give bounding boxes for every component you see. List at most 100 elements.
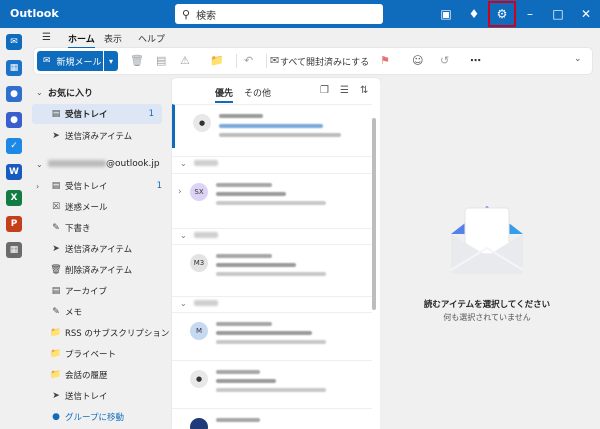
people-app-icon[interactable]: ● <box>6 86 22 102</box>
list-item[interactable] <box>172 408 372 429</box>
list-item[interactable]: › SX <box>172 173 372 211</box>
new-mail-label: 新規メール <box>56 57 102 68</box>
group-label-redacted <box>194 160 218 166</box>
preview-redacted <box>219 133 341 137</box>
mark-read-icon: ✉ <box>270 54 280 67</box>
close-window-button[interactable]: ✕ <box>571 0 600 28</box>
inbox-icon: ▤ <box>51 109 61 119</box>
folder-private[interactable]: 📁 プライベート <box>28 344 170 364</box>
avatar: SX <box>190 183 208 201</box>
note-icon: ✎ <box>52 307 60 317</box>
mail-app-icon[interactable]: ✉ <box>6 34 22 50</box>
ribbon-toolbar: ✉ 新規メール ▾ 🗑 ▤ ⚠ 📁 ↶ ✉ すべて開封済みにする ⚑ ☺ ↺ ⋯… <box>34 48 592 74</box>
go-to-groups-link[interactable]: ● グループに移動 <box>28 407 170 427</box>
reading-pane: 読むアイテムを選択してください 何も選択されていません <box>380 78 594 429</box>
excel-app-icon[interactable]: X <box>6 190 22 206</box>
empty-state-subtitle: 何も選択されていません <box>443 313 531 322</box>
select-icon[interactable]: ❐ <box>320 85 329 96</box>
delete-icon[interactable]: 🗑 <box>130 54 144 67</box>
folder-icon: 📁 <box>50 328 62 338</box>
groups-app-icon[interactable]: ● <box>6 112 22 128</box>
send-icon: ➤ <box>52 244 60 254</box>
ribbon-tabs: ☰ ホーム 表示 ヘルプ <box>28 28 600 49</box>
search-icon: ⚲ <box>182 7 191 21</box>
favorites-header[interactable]: ⌄ お気に入り <box>28 82 170 102</box>
folder-outbox[interactable]: ➤ 送信トレイ <box>28 386 170 406</box>
list-item[interactable]: M3 <box>172 244 372 282</box>
calendar-app-icon[interactable]: ▦ <box>6 60 22 76</box>
tab-help[interactable]: ヘルプ <box>138 32 165 45</box>
sender-redacted <box>216 254 272 258</box>
notifications-bell-icon[interactable]: ♦ <box>459 0 489 28</box>
subject-redacted <box>216 379 276 383</box>
list-item[interactable]: ● <box>172 360 372 398</box>
folder-notes[interactable]: ✎ メモ <box>28 302 170 322</box>
folder-sent-items[interactable]: ➤ 送信済みアイテム <box>28 239 170 259</box>
account-domain: @outlook.jp <box>106 159 160 169</box>
filter-icon[interactable]: ☰ <box>340 85 349 96</box>
tab-view[interactable]: 表示 <box>104 32 122 45</box>
new-mail-dropdown-icon[interactable]: ▾ <box>104 51 118 71</box>
message-list-tabs: 優先 その他 ❐ ☰ ⇅ <box>172 78 380 104</box>
sender-redacted <box>219 114 263 118</box>
folder-deleted-items[interactable]: 🗑 削除済みアイテム <box>28 260 170 280</box>
tab-focused[interactable]: 優先 <box>215 86 234 103</box>
inbox-icon: ▤ <box>51 181 61 191</box>
word-app-icon[interactable]: W <box>6 164 22 180</box>
powerpoint-app-icon[interactable]: P <box>6 216 22 232</box>
tab-home[interactable]: ホーム <box>68 32 95 49</box>
report-icon[interactable]: ⚠ <box>180 54 190 67</box>
settings-gear-icon[interactable]: ⚙ <box>487 0 517 28</box>
group-header[interactable]: ⌄ <box>172 296 372 312</box>
more-options-icon[interactable]: ⋯ <box>470 54 481 67</box>
hamburger-menu-icon[interactable]: ☰ <box>42 32 51 43</box>
folder-junk[interactable]: ☒ 迷惑メール <box>28 197 170 217</box>
folder-archive[interactable]: ▤ アーカイブ <box>28 281 170 301</box>
favorite-sent-items[interactable]: ➤ 送信済みアイテム <box>28 126 170 146</box>
meet-now-icon[interactable]: ▣ <box>431 0 461 28</box>
preview-redacted <box>216 201 326 205</box>
folder-rss[interactable]: 📁 RSS のサブスクリプション <box>28 323 170 343</box>
todo-app-icon[interactable]: ✓ <box>6 138 22 154</box>
chevron-right-icon: › <box>36 181 40 191</box>
reply-icon[interactable]: ↶ <box>244 54 253 67</box>
list-item[interactable]: M <box>172 312 372 350</box>
group-header[interactable]: ⌄ <box>172 228 372 244</box>
account-header[interactable]: ⌄ @outlook.jp <box>28 154 170 174</box>
chevron-down-icon: ⌄ <box>36 159 43 169</box>
collapse-ribbon-icon[interactable]: ⌄ <box>574 54 582 64</box>
archive-icon[interactable]: ▤ <box>156 54 166 67</box>
list-item[interactable]: ● <box>172 104 372 148</box>
flag-icon[interactable]: ⚑ <box>380 54 390 67</box>
message-list-scrollbar[interactable] <box>372 118 376 310</box>
empty-state-title: 読むアイテムを選択してください <box>423 300 551 310</box>
new-mail-button[interactable]: ✉ 新規メール <box>37 51 103 71</box>
app-rail: ✉ ▦ ● ● ✓ W X P ▦ <box>0 28 28 429</box>
archive-icon: ▤ <box>51 286 61 296</box>
emoji-icon[interactable]: ☺ <box>412 54 423 67</box>
favorite-inbox[interactable]: ▤ 受信トレイ 1 <box>32 104 162 124</box>
minimize-button[interactable]: – <box>515 0 545 28</box>
pencil-icon: ✎ <box>52 223 60 233</box>
folder-drafts[interactable]: ✎ 下書き <box>28 218 170 238</box>
avatar: ● <box>190 370 208 388</box>
tab-other[interactable]: その他 <box>244 86 271 99</box>
move-to-icon[interactable]: 📁 <box>210 54 224 67</box>
subject-redacted <box>219 124 323 128</box>
folder-inbox[interactable]: › ▤ 受信トレイ 1 <box>28 176 170 196</box>
avatar <box>190 418 208 429</box>
folder-icon: 📁 <box>50 370 62 380</box>
search-box[interactable]: ⚲ 検索 <box>175 4 383 24</box>
chevron-right-icon[interactable]: › <box>178 187 182 197</box>
folder-pane: ⌄ お気に入り ▤ 受信トレイ 1 ➤ 送信済みアイテム ⌄ @outlook.… <box>28 78 170 429</box>
mark-all-read-button[interactable]: すべて開封済みにする <box>280 55 369 68</box>
app-title: Outlook <box>10 7 59 20</box>
group-header[interactable]: ⌄ <box>172 156 372 172</box>
sort-icon[interactable]: ⇅ <box>360 85 368 96</box>
ribbon-divider <box>266 54 267 68</box>
more-apps-icon[interactable]: ▦ <box>6 242 22 258</box>
account-name-redacted <box>48 160 106 167</box>
maximize-button[interactable]: □ <box>543 0 573 28</box>
undo-icon[interactable]: ↺ <box>440 54 449 67</box>
folder-conversation-history[interactable]: 📁 会話の履歴 <box>28 365 170 385</box>
